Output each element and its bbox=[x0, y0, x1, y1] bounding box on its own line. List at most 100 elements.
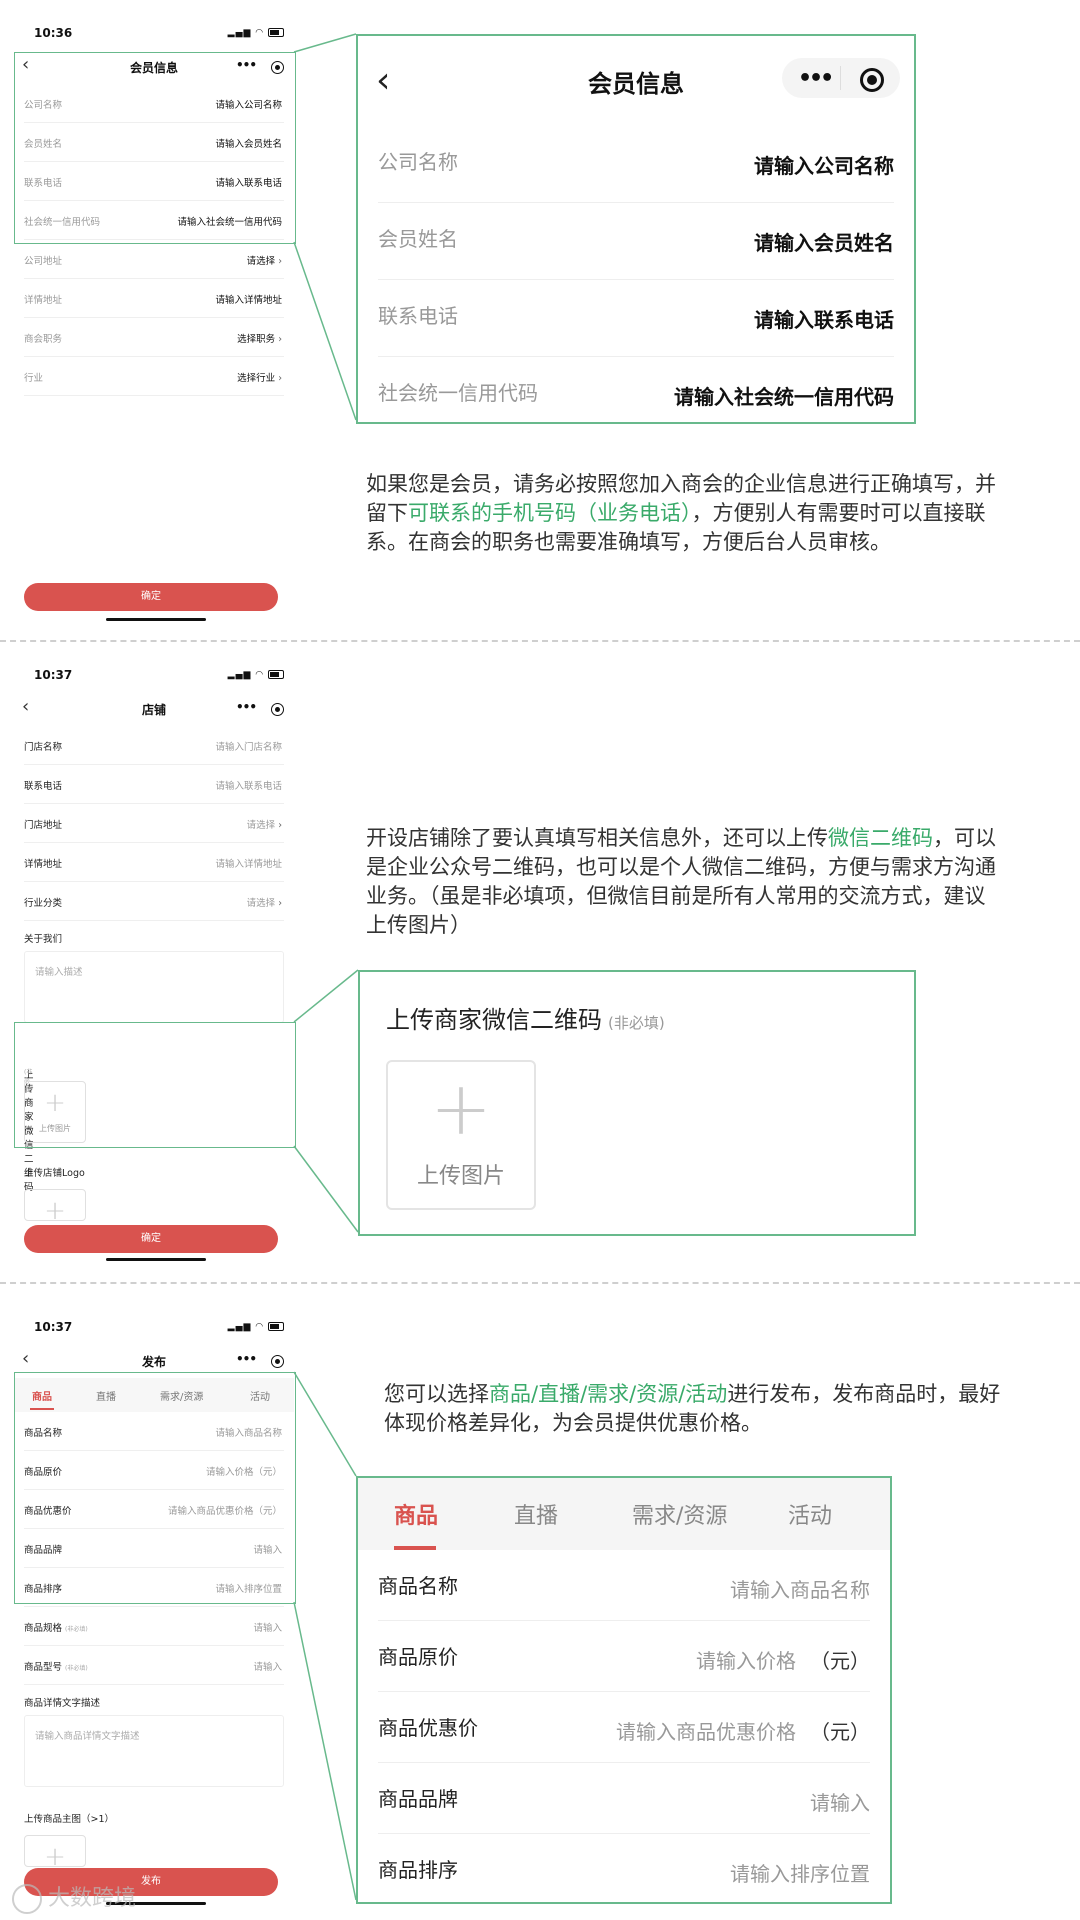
optional-tag: (非必填) bbox=[65, 1665, 88, 1672]
zoom-row-credit-code: 社会统一信用代码 请输入社会统一信用代码 bbox=[378, 357, 894, 433]
field-input[interactable]: 请输入商品名称 bbox=[215, 1425, 282, 1439]
form-row-store-name[interactable]: 门店名称 请输入门店名称 bbox=[24, 726, 284, 765]
logo-upload-button[interactable]: + bbox=[24, 1189, 86, 1221]
field-input[interactable]: 请输入联系电话 bbox=[215, 778, 282, 792]
field-input[interactable]: 请输入社会统一信用代码 bbox=[177, 214, 282, 228]
form-row-detail-address[interactable]: 详情地址 请输入详情地址 bbox=[24, 279, 284, 318]
zoom-tab-activity: 活动 bbox=[788, 1504, 833, 1529]
zoom-field-value: 请输入公司名称 bbox=[754, 154, 894, 178]
target-icon bbox=[860, 68, 884, 92]
zoom-upload-box: + 上传图片 bbox=[386, 1060, 536, 1210]
field-input[interactable]: 请输入详情地址 bbox=[215, 292, 282, 306]
target-icon[interactable] bbox=[271, 703, 284, 716]
form-row-position[interactable]: 商会职务 选择职务 › bbox=[24, 318, 284, 357]
form-row-model[interactable]: 商品型号 (非必填) 请输入 bbox=[24, 1646, 284, 1685]
form-row-phone[interactable]: 联系电话 请输入联系电话 bbox=[24, 765, 284, 804]
tab-goods[interactable]: 商品 bbox=[32, 1388, 52, 1403]
status-time: 10:37 bbox=[34, 668, 73, 682]
target-icon[interactable] bbox=[271, 1355, 284, 1368]
confirm-button[interactable]: 确定 bbox=[24, 1225, 278, 1253]
form-row-credit-code[interactable]: 社会统一信用代码 请输入社会统一信用代码 bbox=[24, 201, 284, 240]
status-bar: 10:37 ▂▄▆ ◠ bbox=[14, 660, 294, 694]
field-input[interactable]: 请输入联系电话 bbox=[215, 175, 282, 189]
field-label: 公司名称 bbox=[24, 100, 63, 111]
chevron-right-icon: › bbox=[278, 334, 282, 345]
confirm-button[interactable]: 确定 bbox=[24, 583, 278, 611]
form-row-company[interactable]: 公司名称 请输入公司名称 bbox=[24, 84, 284, 123]
detail-textarea[interactable]: 请输入商品详情文字描述 bbox=[24, 1715, 284, 1787]
form-row-original-price[interactable]: 商品原价 请输入价格（元） bbox=[24, 1451, 284, 1490]
field-input[interactable]: 请输入 bbox=[253, 1659, 282, 1673]
field-label: 详情地址 bbox=[24, 295, 63, 306]
zoom-field-value: 请输入商品名称 bbox=[730, 1578, 870, 1602]
zoom-field-value: 请输入 bbox=[810, 1791, 870, 1815]
form-row-spec[interactable]: 商品规格 (非必填) 请输入 bbox=[24, 1607, 284, 1646]
field-select[interactable]: 请选择 › bbox=[247, 895, 282, 909]
tab-activity[interactable]: 活动 bbox=[250, 1388, 270, 1403]
zoom-field-value: 请输入排序位置 bbox=[730, 1862, 870, 1886]
zoom-tab-goods: 商品 bbox=[394, 1504, 439, 1529]
tab-demand-resource[interactable]: 需求/资源 bbox=[160, 1388, 203, 1403]
form-row-discount-price[interactable]: 商品优惠价 请输入商品优惠价格（元） bbox=[24, 1490, 284, 1529]
zoom-field-label: 社会统一信用代码 bbox=[378, 381, 538, 405]
nav-bar: ‹ 发布 ••• bbox=[14, 1346, 294, 1378]
status-time: 10:37 bbox=[34, 1320, 73, 1334]
zoom-field-value: 请输入商品优惠价格 （元） bbox=[616, 1716, 870, 1745]
form-row-sort[interactable]: 商品排序 请输入排序位置 bbox=[24, 1568, 284, 1607]
label-text: 商品规格 bbox=[24, 1623, 63, 1634]
form-row-detail-address[interactable]: 详情地址 请输入详情地址 bbox=[24, 843, 284, 882]
form-row-address[interactable]: 公司地址 请选择 › bbox=[24, 240, 284, 279]
description-text: 您可以选择 bbox=[384, 1382, 489, 1406]
more-dots-icon[interactable]: ••• bbox=[236, 1352, 257, 1366]
field-input[interactable]: 请输入排序位置 bbox=[215, 1581, 282, 1595]
field-label: 商品规格 (非必填) bbox=[24, 1620, 88, 1634]
more-dots-icon[interactable]: ••• bbox=[236, 58, 257, 72]
qr-upload-button[interactable]: + 上传图片 bbox=[24, 1081, 86, 1143]
logo-upload-label: 上传店铺Logo bbox=[24, 1155, 284, 1185]
field-input[interactable]: 请输入 bbox=[253, 1620, 282, 1634]
field-input[interactable]: 请输入公司名称 bbox=[215, 97, 282, 111]
section-shop: 10:37 ▂▄▆ ◠ ‹ 店铺 ••• 门店名称 请输入门店名称 联系电话 请输入… bbox=[0, 646, 1080, 1276]
form-row-industry[interactable]: 行业分类 请选择 › bbox=[24, 882, 284, 921]
form-row-goods-name[interactable]: 商品名称 请输入商品名称 bbox=[24, 1412, 284, 1451]
field-input[interactable]: 请输入门店名称 bbox=[215, 739, 282, 753]
main-image-upload-button[interactable]: + bbox=[24, 1835, 86, 1867]
zoom-placeholder: 请输入商品优惠价格 bbox=[616, 1720, 796, 1744]
form-row-brand[interactable]: 商品品牌 请输入 bbox=[24, 1529, 284, 1568]
battery-icon bbox=[268, 28, 284, 37]
field-select[interactable]: 请选择 › bbox=[247, 817, 282, 831]
more-dots-icon: ••• bbox=[798, 66, 834, 91]
active-tab-indicator bbox=[30, 1408, 54, 1410]
section-member-info: 10:36 ▂▄▆ ◠ ‹ 会员信息 ••• 公司名称 请输入公司名称 会员姓名请… bbox=[0, 0, 1080, 636]
field-label: 商品排序 bbox=[24, 1584, 63, 1595]
form-row-phone[interactable]: 联系电话 请输入联系电话 bbox=[24, 162, 284, 201]
field-label: 商品优惠价 bbox=[24, 1506, 72, 1517]
nav-bar: ‹ 店铺 ••• bbox=[14, 694, 294, 726]
field-select[interactable]: 选择行业 › bbox=[237, 370, 282, 384]
target-icon[interactable] bbox=[271, 61, 284, 74]
form-row-store-address[interactable]: 门店地址 请选择 › bbox=[24, 804, 284, 843]
field-select[interactable]: 请选择 › bbox=[247, 253, 282, 267]
detail-label: 商品详情文字描述 bbox=[24, 1685, 284, 1715]
field-input[interactable]: 请输入详情地址 bbox=[215, 856, 282, 870]
tab-live[interactable]: 直播 bbox=[96, 1388, 116, 1403]
field-input[interactable]: 请输入 bbox=[253, 1542, 282, 1556]
field-input[interactable]: 请输入会员姓名 bbox=[215, 136, 282, 150]
battery-icon bbox=[268, 1322, 284, 1331]
field-select[interactable]: 选择职务 › bbox=[237, 331, 282, 345]
form-row-name[interactable]: 会员姓名 请输入会员姓名 bbox=[24, 123, 284, 162]
zoom-tab-live: 直播 bbox=[514, 1504, 559, 1529]
field-input[interactable]: 请输入商品优惠价格（元） bbox=[168, 1503, 282, 1517]
more-dots-icon[interactable]: ••• bbox=[236, 700, 257, 714]
form-row-industry[interactable]: 行业 选择行业 › bbox=[24, 357, 284, 396]
textarea-placeholder: 请输入描述 bbox=[35, 967, 83, 978]
phone-shop: 10:37 ▂▄▆ ◠ ‹ 店铺 ••• 门店名称 请输入门店名称 联系电话 请输入… bbox=[14, 660, 294, 1272]
zoom-field-label: 商品名称 bbox=[378, 1574, 458, 1598]
about-textarea[interactable]: 请输入描述 bbox=[24, 951, 284, 1023]
input-placeholder: 请输入商品优惠价格 bbox=[167, 1506, 254, 1517]
watermark-logo-icon bbox=[12, 1884, 42, 1914]
field-input[interactable]: 请输入价格（元） bbox=[206, 1464, 282, 1478]
signal-wifi-battery-icon: ▂▄▆ ◠ bbox=[228, 670, 284, 680]
zoom-field-label: 商品优惠价 bbox=[378, 1716, 478, 1740]
zoom-optional-tag: (非必填) bbox=[608, 1014, 665, 1032]
